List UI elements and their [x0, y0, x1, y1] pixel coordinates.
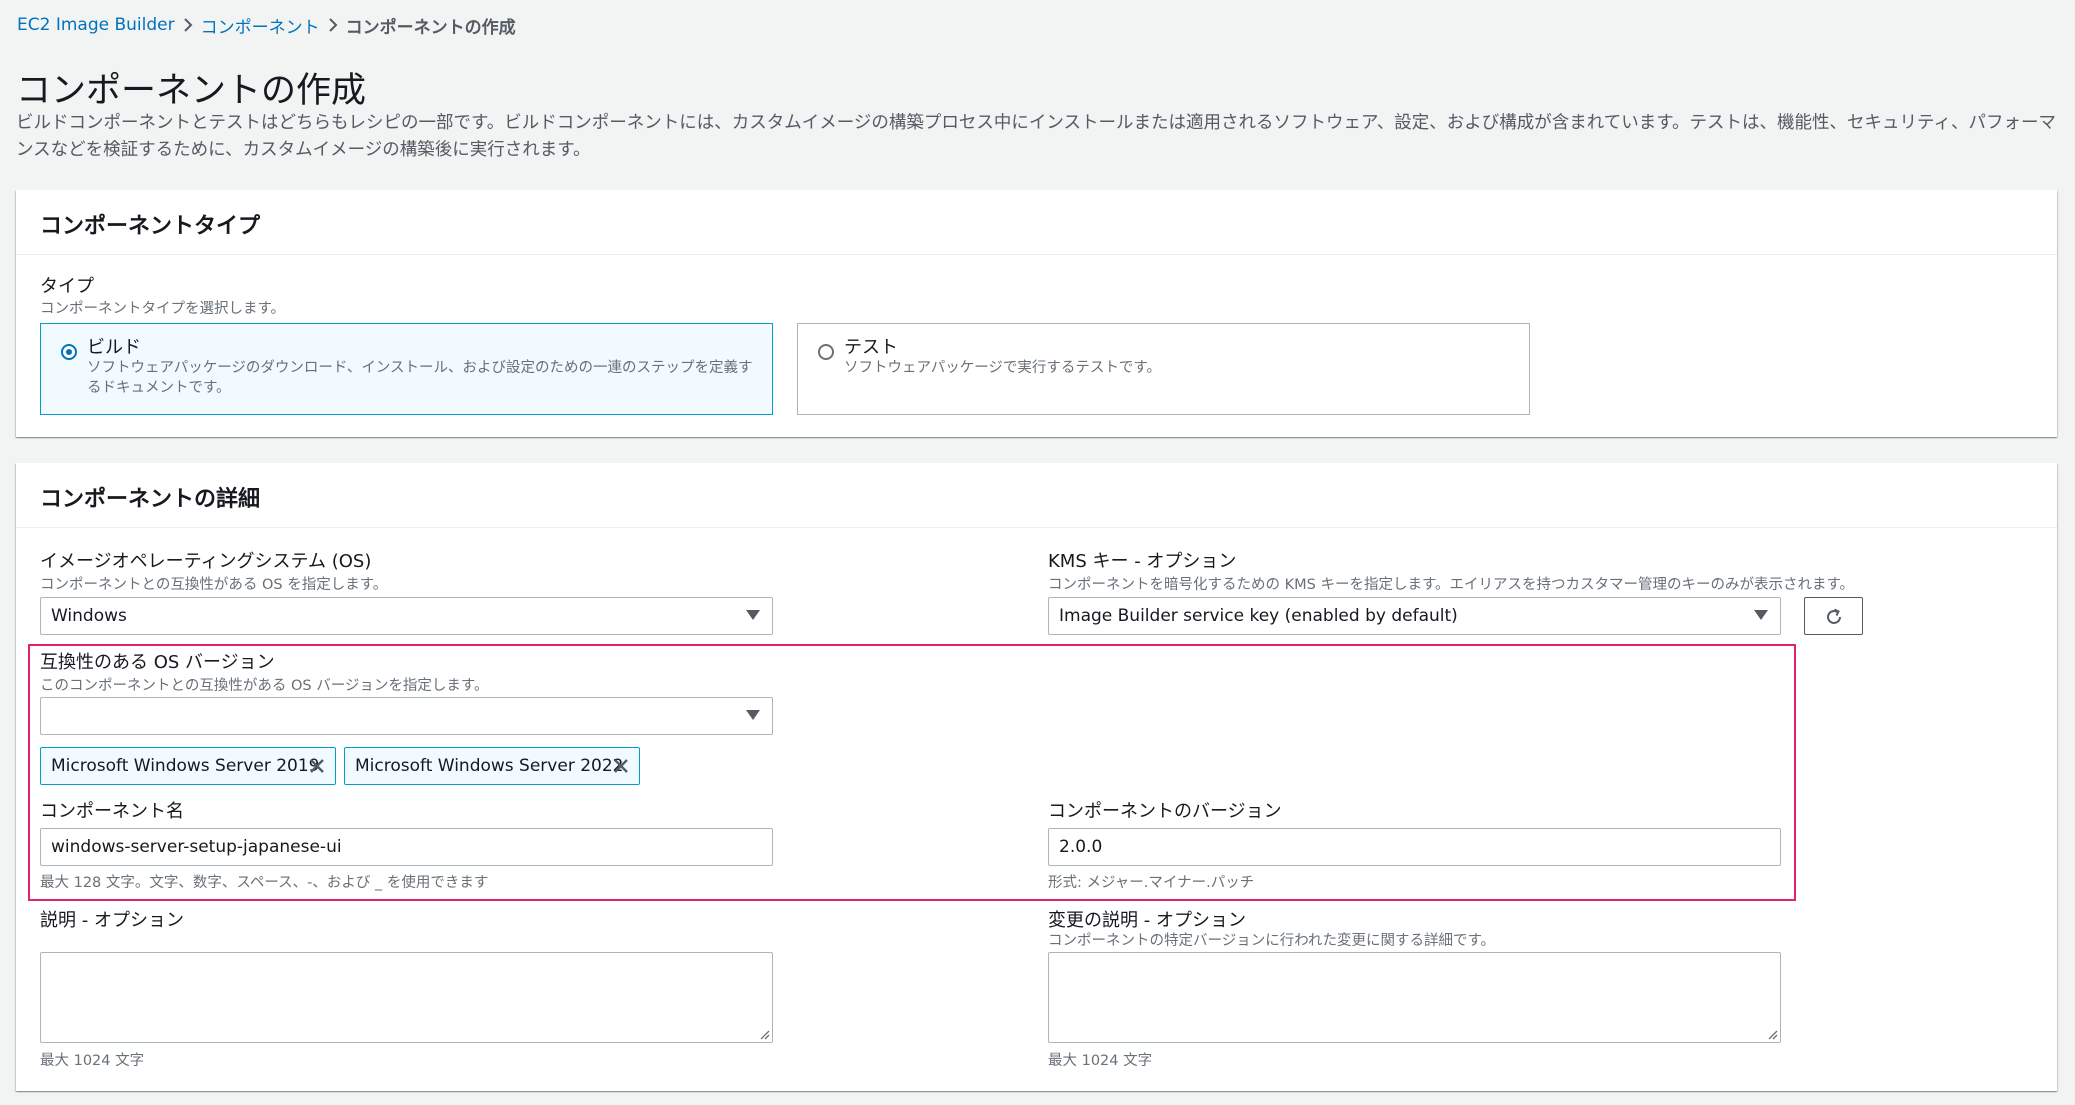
kms-label: KMS キー - オプション	[1048, 551, 1237, 572]
radio-card-test[interactable]: テスト ソフトウェアパッケージで実行するテストです。	[797, 323, 1530, 415]
component-name-input[interactable]: windows-server-setup-japanese-ui	[40, 828, 773, 866]
radio-test-title: テスト	[844, 337, 898, 358]
breadcrumb-link-image-builder[interactable]: EC2 Image Builder	[17, 15, 175, 35]
os-versions-select[interactable]	[40, 697, 773, 735]
component-version-value: 2.0.0	[1059, 837, 1103, 857]
refresh-button[interactable]	[1804, 597, 1863, 635]
close-icon[interactable]	[611, 756, 631, 776]
component-version-hint: 形式: メジャー.マイナー.パッチ	[1048, 875, 1255, 891]
os-version-token: Microsoft Windows Server 2019	[40, 747, 336, 785]
panel-header: コンポーネントタイプ	[16, 190, 2057, 255]
breadcrumb-current: コンポーネントの作成	[345, 17, 516, 38]
chevron-right-icon	[320, 18, 346, 32]
token-label: Microsoft Windows Server 2022	[355, 756, 624, 776]
breadcrumb: EC2 Image Builder コンポーネント コンポーネントの作成	[17, 13, 516, 38]
os-hint: コンポーネントとの互換性がある OS を指定します。	[40, 577, 388, 593]
resize-grip-icon[interactable]	[1766, 1028, 1778, 1040]
component-name-label: コンポーネント名	[40, 801, 184, 822]
os-versions-label: 互換性のある OS バージョン	[40, 652, 275, 673]
component-details-panel: コンポーネントの詳細 イメージオペレーティングシステム (OS) コンポーネント…	[16, 463, 2057, 1091]
panel-header: コンポーネントの詳細	[16, 463, 2057, 528]
token-label: Microsoft Windows Server 2019	[51, 756, 320, 776]
kms-select-value: Image Builder service key (enabled by de…	[1059, 606, 1458, 626]
caret-down-icon	[746, 610, 760, 620]
change-description-hint: 最大 1024 文字	[1048, 1053, 1153, 1069]
refresh-icon	[1827, 608, 1841, 624]
radio-button-build[interactable]	[61, 344, 77, 360]
os-select-value: Windows	[51, 606, 127, 626]
close-icon[interactable]	[307, 756, 327, 776]
os-versions-hint: このコンポーネントとの互換性がある OS バージョンを指定します。	[40, 678, 489, 694]
component-version-input[interactable]: 2.0.0	[1048, 828, 1781, 866]
type-hint: コンポーネントタイプを選択します。	[40, 301, 286, 317]
chevron-right-icon	[175, 18, 201, 32]
caret-down-icon	[746, 710, 760, 720]
kms-hint: コンポーネントを暗号化するための KMS キーを指定します。エイリアスを持つカス…	[1048, 577, 1855, 593]
kms-select[interactable]: Image Builder service key (enabled by de…	[1048, 597, 1781, 635]
os-select[interactable]: Windows	[40, 597, 773, 635]
radio-build-title: ビルド	[87, 337, 141, 358]
component-name-value: windows-server-setup-japanese-ui	[51, 837, 342, 857]
change-description-subhint: コンポーネントの特定バージョンに行われた変更に関する詳細です。	[1048, 933, 1496, 949]
component-type-panel: コンポーネントタイプ タイプ コンポーネントタイプを選択します。 ビルド ソフト…	[16, 190, 2057, 437]
component-version-label: コンポーネントのバージョン	[1048, 801, 1282, 822]
description-textarea[interactable]	[40, 952, 773, 1043]
radio-button-test[interactable]	[818, 344, 834, 360]
breadcrumb-link-components[interactable]: コンポーネント	[201, 13, 320, 38]
change-description-textarea[interactable]	[1048, 952, 1781, 1043]
page-title: コンポーネントの作成	[16, 71, 367, 111]
radio-test-desc: ソフトウェアパッケージで実行するテストです。	[844, 360, 1161, 376]
panel-title: コンポーネントの詳細	[40, 487, 261, 512]
caret-down-icon	[1754, 610, 1768, 620]
component-name-hint: 最大 128 文字。文字、数字、スペース、-、および _ を使用できます	[40, 875, 489, 891]
description-label: 説明 - オプション	[40, 910, 184, 931]
os-label: イメージオペレーティングシステム (OS)	[40, 551, 372, 572]
page-description: ビルドコンポーネントとテストはどちらもレシピの一部です。ビルドコンポーネントには…	[16, 113, 2056, 160]
os-version-token: Microsoft Windows Server 2022	[344, 747, 640, 785]
resize-grip-icon[interactable]	[758, 1028, 770, 1040]
radio-card-build[interactable]: ビルド ソフトウェアパッケージのダウンロード、インストール、および設定のための一…	[40, 323, 773, 415]
radio-build-desc: ソフトウェアパッケージのダウンロード、インストール、および設定のための一連のステ…	[87, 360, 753, 396]
panel-title: コンポーネントタイプ	[40, 214, 261, 239]
type-label: タイプ	[40, 276, 94, 297]
description-hint: 最大 1024 文字	[40, 1053, 145, 1069]
